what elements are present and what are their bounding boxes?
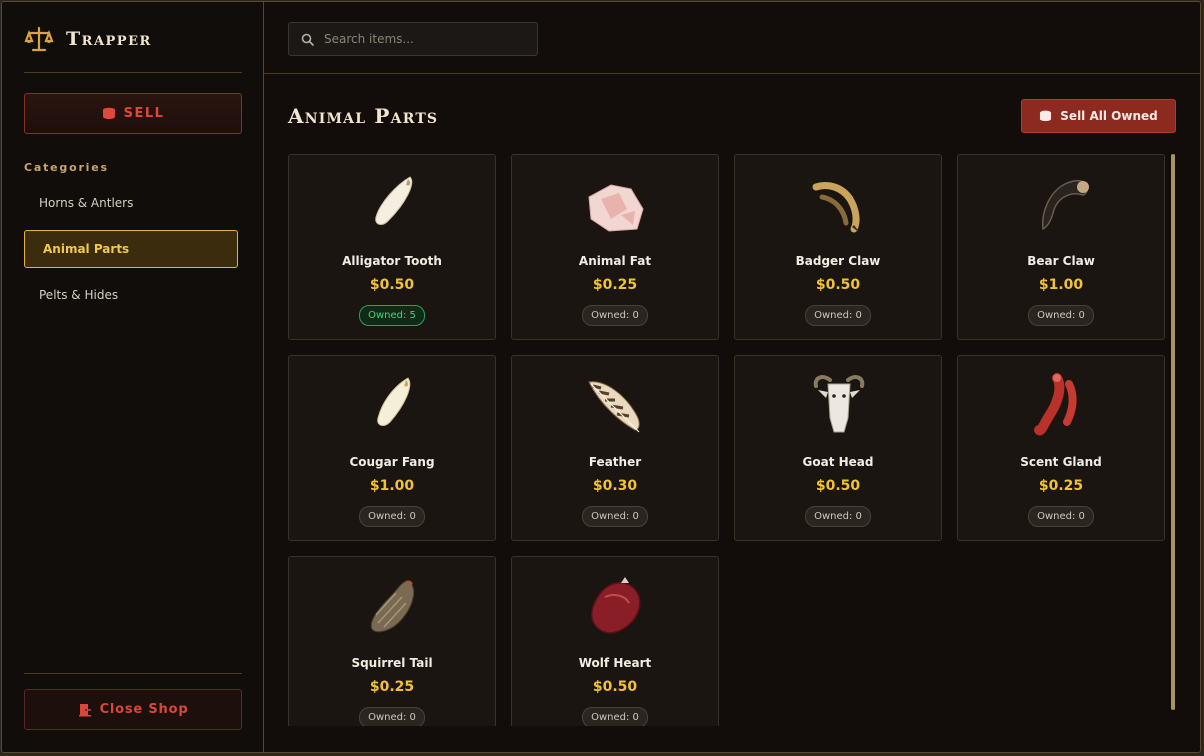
brand: Trapper: [24, 24, 152, 54]
divider: [24, 72, 242, 73]
item-card-squirrel-tail[interactable]: Squirrel Tail $0.25 Owned: 0: [288, 556, 496, 726]
close-shop-button[interactable]: Close Shop: [24, 689, 242, 730]
category-animal-parts[interactable]: Animal Parts: [24, 230, 238, 268]
goat-head-icon: [813, 375, 865, 433]
item-price: $0.50: [369, 277, 415, 293]
scales-icon: [24, 26, 54, 52]
item-name: Squirrel Tail: [351, 656, 433, 670]
feather-icon: [588, 381, 640, 433]
item-grid: Alligator Tooth $0.50 Owned: 5 Animal Fa…: [288, 154, 1168, 726]
door-exit-icon: [78, 703, 91, 716]
owned-badge: Owned: 0: [582, 707, 648, 726]
section-title: Animal Parts: [288, 104, 439, 128]
sell-label: SELL: [123, 106, 165, 121]
item-price: $0.25: [592, 277, 638, 293]
item-card-feather[interactable]: Feather $0.30 Owned: 0: [511, 355, 719, 541]
search-icon: [301, 33, 314, 46]
item-name: Alligator Tooth: [342, 254, 442, 268]
item-card-goat-head[interactable]: Goat Head $0.50 Owned: 0: [734, 355, 942, 541]
coins-icon: [1040, 110, 1052, 122]
owned-badge: Owned: 0: [582, 305, 648, 326]
item-card-badger-claw[interactable]: Badger Claw $0.50 Owned: 0: [734, 154, 942, 340]
item-name: Badger Claw: [795, 254, 881, 268]
item-price: $1.00: [1038, 277, 1084, 293]
category-pelts-hides[interactable]: Pelts & Hides: [24, 276, 238, 314]
owned-badge: Owned: 0: [1028, 305, 1094, 326]
owned-badge: Owned: 0: [582, 506, 648, 527]
divider: [24, 673, 242, 674]
tail-icon: [370, 580, 415, 633]
item-name: Bear Claw: [1027, 254, 1095, 268]
owned-badge: Owned: 0: [359, 707, 425, 726]
tooth-icon: [375, 176, 413, 225]
app-title: Trapper: [66, 28, 152, 50]
fang-icon: [377, 377, 411, 426]
scrollbar[interactable]: [1171, 154, 1175, 710]
main-panel: Animal Parts Sell All Owned Alligator To…: [264, 2, 1200, 752]
owned-badge: Owned: 0: [359, 506, 425, 527]
fat-icon: [588, 184, 644, 232]
item-card-wolf-heart[interactable]: Wolf Heart $0.50 Owned: 0: [511, 556, 719, 726]
item-name: Cougar Fang: [349, 455, 435, 469]
coins-icon: [102, 107, 115, 120]
item-name: Scent Gland: [1020, 455, 1102, 469]
sell-button[interactable]: SELL: [24, 93, 242, 134]
owned-badge: Owned: 0: [1028, 506, 1094, 527]
category-horns-antlers[interactable]: Horns & Antlers: [24, 184, 238, 222]
search-box[interactable]: [288, 22, 538, 56]
item-price: $0.50: [592, 679, 638, 695]
category-label: Horns & Antlers: [39, 196, 134, 210]
item-price: $0.25: [369, 679, 415, 695]
search-input[interactable]: [324, 32, 524, 46]
bear-claw-icon: [1041, 179, 1089, 231]
item-card-scent-gland[interactable]: Scent Gland $0.25 Owned: 0: [957, 355, 1165, 541]
heart-icon: [591, 577, 641, 634]
item-card-animal-fat[interactable]: Animal Fat $0.25 Owned: 0: [511, 154, 719, 340]
item-name: Goat Head: [802, 455, 874, 469]
categories-title: Categories: [24, 161, 109, 174]
sell-all-label: Sell All Owned: [1060, 109, 1158, 123]
item-card-bear-claw[interactable]: Bear Claw $1.00 Owned: 0: [957, 154, 1165, 340]
item-price: $0.25: [1038, 478, 1084, 494]
item-card-cougar-fang[interactable]: Cougar Fang $1.00 Owned: 0: [288, 355, 496, 541]
owned-badge: Owned: 5: [359, 305, 425, 326]
owned-badge: Owned: 0: [805, 305, 871, 326]
item-name: Wolf Heart: [578, 656, 652, 670]
owned-badge: Owned: 0: [805, 506, 871, 527]
item-card-alligator-tooth[interactable]: Alligator Tooth $0.50 Owned: 5: [288, 154, 496, 340]
item-price: $1.00: [369, 478, 415, 494]
close-shop-label: Close Shop: [99, 702, 189, 717]
item-price: $0.50: [815, 277, 861, 293]
item-price: $0.50: [815, 478, 861, 494]
gland-icon: [1034, 373, 1077, 436]
sidebar: Trapper SELL Categories Horns & Antlers …: [2, 2, 264, 752]
shop-window: Trapper SELL Categories Horns & Antlers …: [1, 1, 1201, 753]
sell-all-owned-button[interactable]: Sell All Owned: [1021, 99, 1176, 133]
item-name: Feather: [588, 455, 642, 469]
category-label: Animal Parts: [43, 242, 130, 256]
item-name: Animal Fat: [578, 254, 652, 268]
claw-icon: [812, 182, 860, 233]
item-price: $0.30: [592, 478, 638, 494]
category-label: Pelts & Hides: [39, 288, 119, 302]
topbar: [264, 2, 1200, 74]
